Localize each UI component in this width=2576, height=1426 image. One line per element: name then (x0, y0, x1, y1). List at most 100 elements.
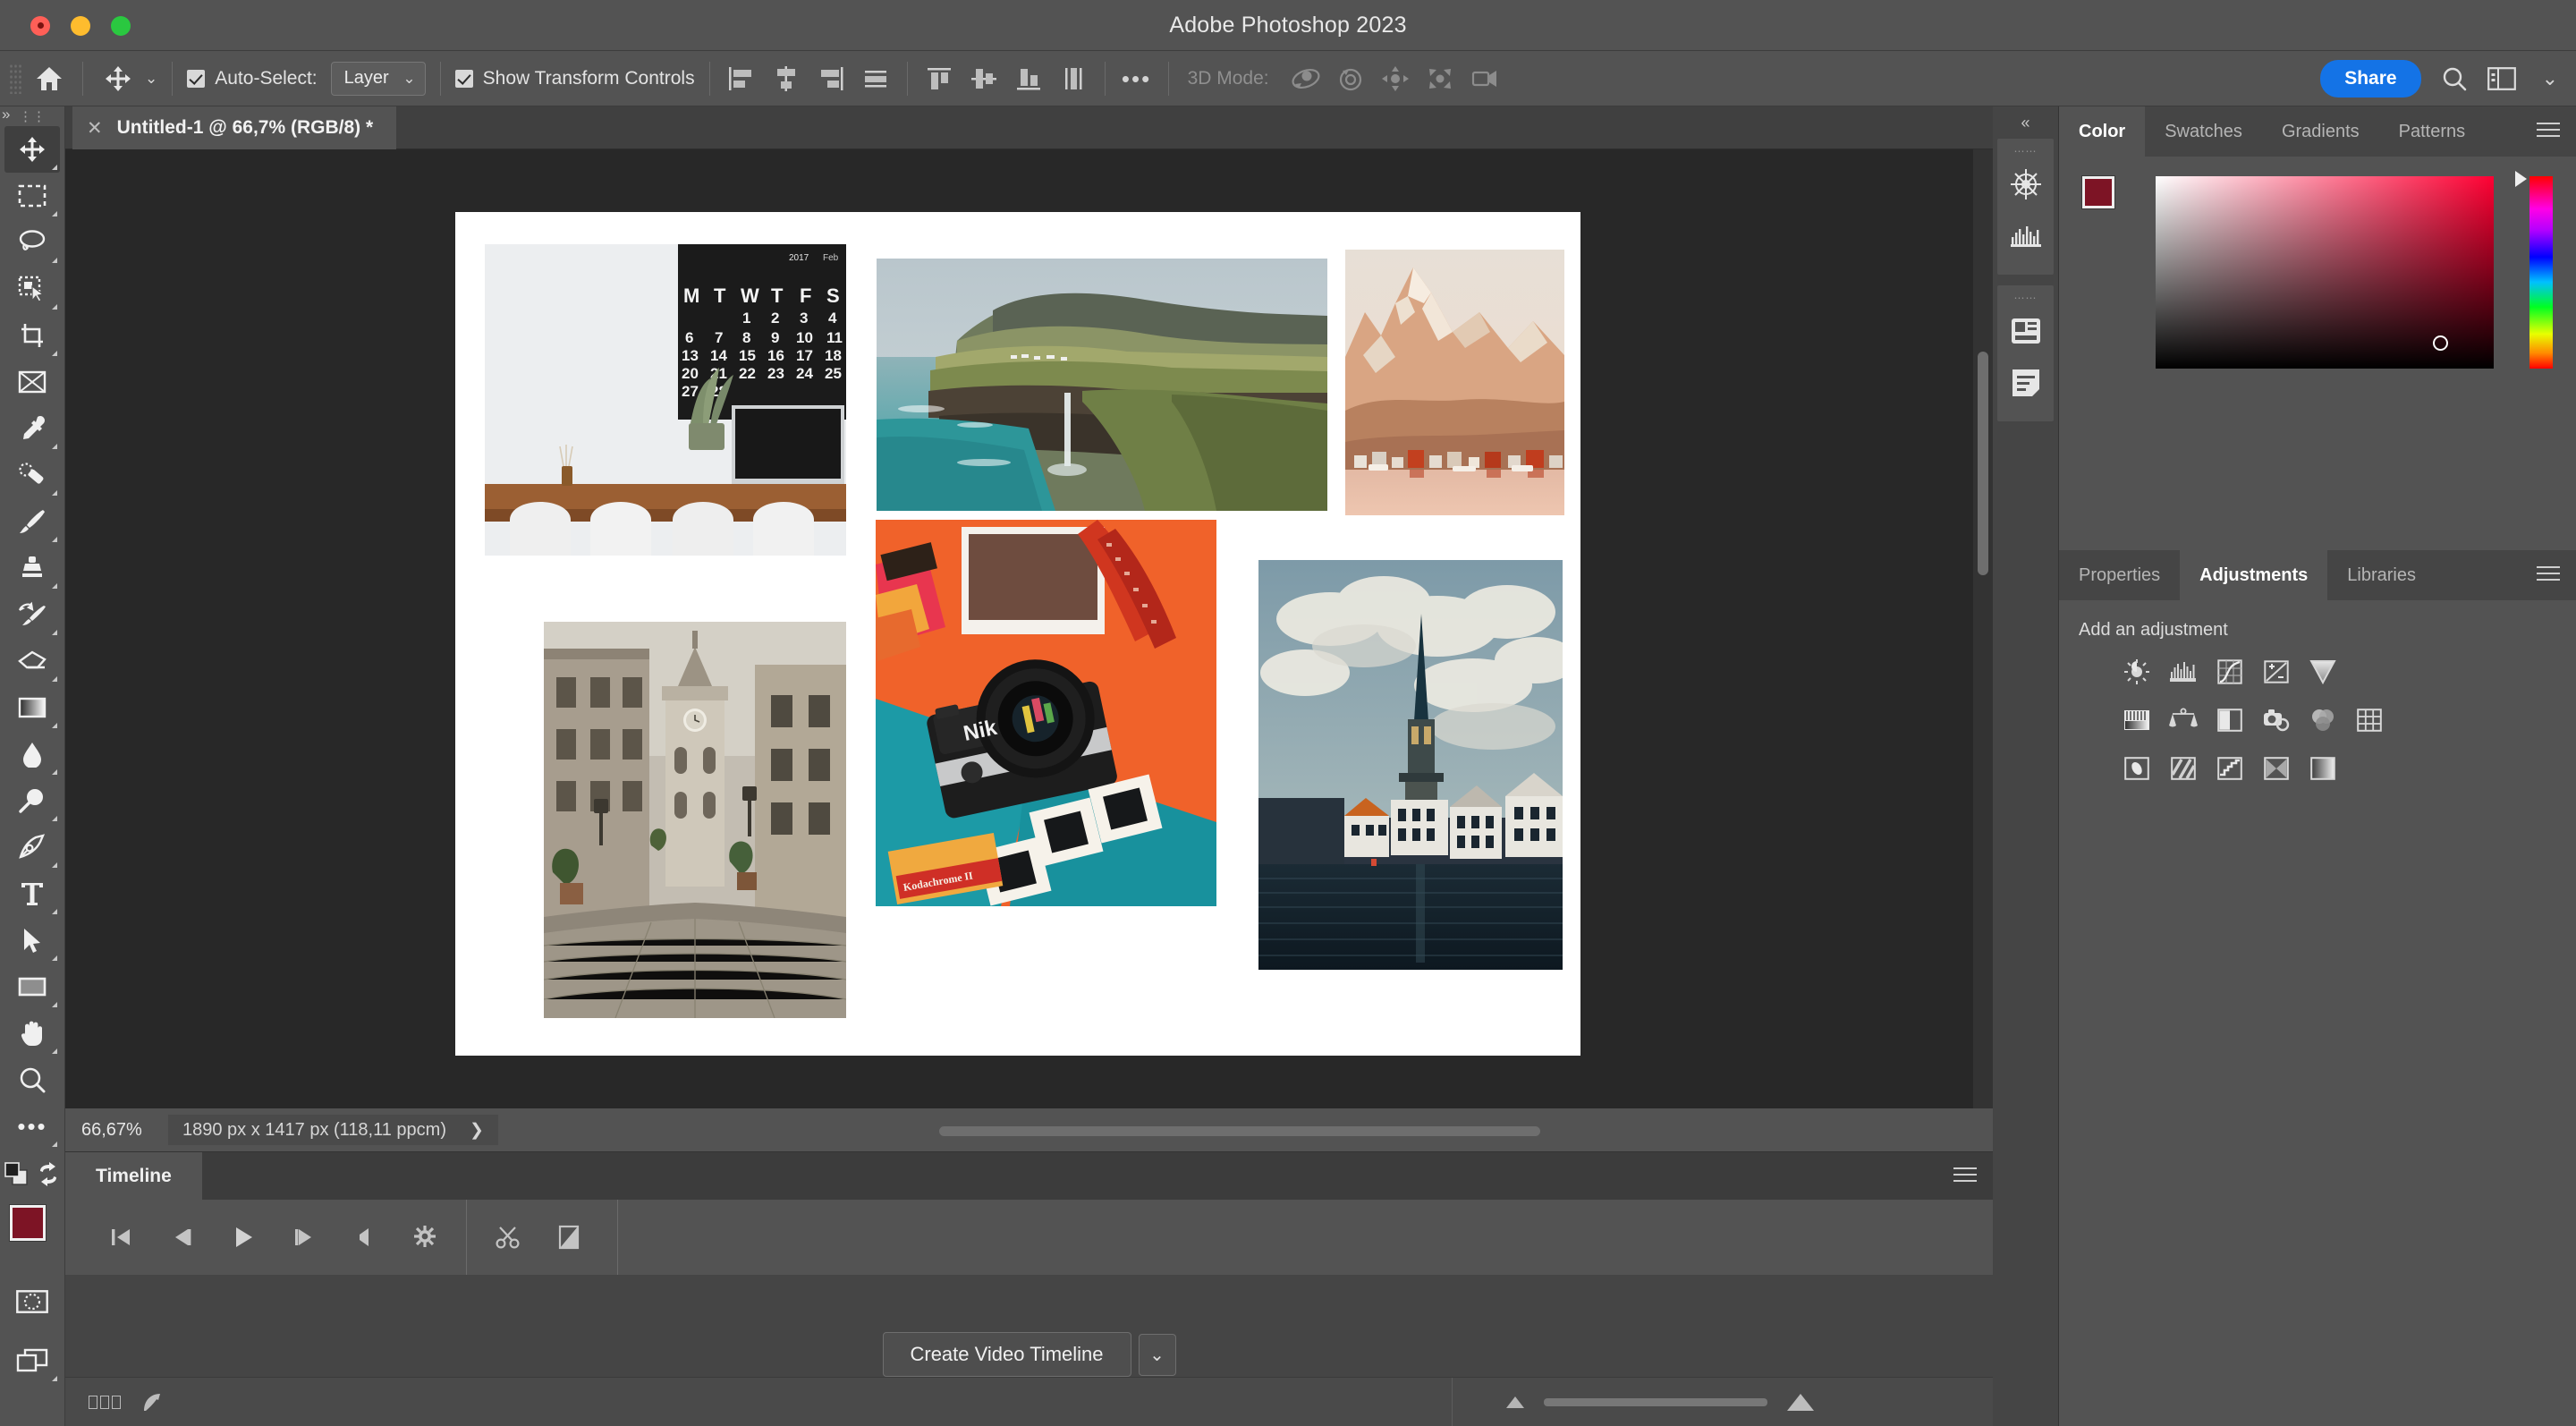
color-field-c ursor[interactable] (2433, 335, 2448, 351)
curves-icon[interactable] (2213, 655, 2247, 689)
spot-healing-brush-tool-button[interactable] (4, 452, 60, 498)
workspace-chevron-down-icon[interactable]: ⌄ (2542, 67, 2558, 90)
history-brush-tool-button[interactable] (4, 591, 60, 638)
hue-slider-marker[interactable] (2515, 171, 2527, 187)
tab-properties[interactable]: Properties (2059, 550, 2180, 600)
hue-saturation-icon[interactable] (2120, 703, 2154, 737)
photo-vintage-camera[interactable]: Nik Kodac (876, 520, 1216, 906)
search-icon[interactable] (2441, 65, 2468, 92)
show-transform-controls-checkbox[interactable] (455, 70, 473, 88)
home-icon[interactable] (25, 51, 73, 106)
distribute-vertically-icon[interactable] (1051, 59, 1096, 98)
tab-swatches[interactable]: Swatches (2145, 106, 2262, 157)
align-horizontal-centers-icon[interactable] (764, 59, 809, 98)
align-bottom-edges-icon[interactable] (1006, 59, 1051, 98)
blur-tool-button[interactable] (4, 731, 60, 777)
foreground-color-swatch[interactable] (10, 1205, 46, 1241)
chevron-right-icon[interactable]: ❯ (470, 1120, 484, 1141)
tab-libraries[interactable]: Libraries (2327, 550, 2436, 600)
vibrance-icon[interactable] (2306, 655, 2340, 689)
panel-menu-icon[interactable] (2521, 550, 2576, 600)
channel-mixer-icon[interactable] (2306, 703, 2340, 737)
timeline-zoom-slider[interactable] (1544, 1398, 1767, 1406)
onion-skin-icon[interactable] (140, 1391, 164, 1414)
tab-adjustments[interactable]: Adjustments (2180, 550, 2327, 600)
panel-menu-icon[interactable] (2521, 106, 2576, 157)
chevron-down-icon[interactable]: ⌄ (145, 70, 157, 88)
photo-cliff-waterfall[interactable] (877, 259, 1327, 511)
tab-color[interactable]: Color (2059, 106, 2145, 157)
type-tool-button[interactable] (4, 870, 60, 917)
audio-button[interactable] (334, 1200, 394, 1275)
zoom-out-triangle-icon[interactable] (1506, 1396, 1524, 1408)
color-lookup-icon[interactable] (2352, 703, 2386, 737)
transition-button[interactable] (538, 1200, 599, 1275)
photo-mountain-village[interactable] (1345, 250, 1564, 515)
move-tool-button[interactable] (4, 126, 60, 173)
document-tab[interactable]: ✕ Untitled‑1 @ 66,7% (RGB/8) * (72, 106, 396, 149)
play-button[interactable] (212, 1200, 273, 1275)
hand-tool-button[interactable] (4, 1010, 60, 1057)
photo-filter-icon[interactable] (2259, 703, 2293, 737)
hue-slider[interactable] (2529, 176, 2553, 369)
color-balance-icon[interactable] (2166, 703, 2200, 737)
foreground-color-swatch[interactable] (2082, 176, 2114, 208)
move-tool-indicator[interactable]: ⌄ (92, 51, 163, 106)
render-settings-button[interactable] (394, 1200, 455, 1275)
zoom-tool-button[interactable] (4, 1057, 60, 1103)
rail-button-layer-comps[interactable] (1997, 305, 2055, 357)
pen-tool-button[interactable] (4, 824, 60, 870)
color-field[interactable] (2156, 176, 2494, 369)
rectangular-marquee-tool-button[interactable] (4, 173, 60, 219)
scrollbar-thumb[interactable] (939, 1126, 1540, 1136)
more-options-button[interactable]: ••• (1114, 59, 1159, 98)
align-top-edges-icon[interactable] (917, 59, 962, 98)
eraser-tool-button[interactable] (4, 638, 60, 684)
align-right-edges-icon[interactable] (809, 59, 853, 98)
clone-stamp-tool-button[interactable] (4, 545, 60, 591)
swap-colors-icon[interactable] (37, 1162, 62, 1187)
zoom-level-field[interactable]: 66,67% (65, 1108, 168, 1151)
rectangle-tool-button[interactable] (4, 963, 60, 1010)
selective-color-icon[interactable] (2259, 751, 2293, 785)
share-button[interactable]: Share (2320, 60, 2420, 98)
align-left-edges-icon[interactable] (719, 59, 764, 98)
go-to-first-frame-button[interactable] (90, 1200, 151, 1275)
align-vertical-centers-icon[interactable] (962, 59, 1006, 98)
default-colors-icon[interactable] (4, 1162, 31, 1187)
path-selection-tool-button[interactable] (4, 917, 60, 963)
photo-desk-calendar[interactable]: 2017 Feb MTW TFS 1234 67891011 131415161… (485, 244, 846, 556)
quick-mask-button[interactable] (4, 1278, 60, 1325)
crop-tool-button[interactable] (4, 312, 60, 359)
auto-select-checkbox[interactable] (187, 70, 205, 88)
object-selection-tool-button[interactable] (4, 266, 60, 312)
canvas-horizontal-scrollbar[interactable] (939, 1123, 1993, 1141)
invert-icon[interactable] (2120, 751, 2154, 785)
eyedropper-tool-button[interactable] (4, 405, 60, 452)
rail-group-grip[interactable]: ⋯⋯ (1997, 144, 2054, 158)
gradient-map-icon[interactable] (2306, 751, 2340, 785)
collapse-tabs-icon[interactable]: » (2, 106, 10, 123)
workspace-switcher-icon[interactable] (2487, 67, 2516, 90)
split-at-playhead-button[interactable] (478, 1200, 538, 1275)
rail-button-color-wheel[interactable] (1997, 158, 2055, 210)
distribute-horizontally-icon[interactable] (853, 59, 898, 98)
screen-mode-button[interactable] (4, 1337, 60, 1384)
create-timeline-chevron-down-icon[interactable]: ⌄ (1139, 1334, 1176, 1376)
tab-gradients[interactable]: Gradients (2262, 106, 2379, 157)
tab-patterns[interactable]: Patterns (2379, 106, 2485, 157)
create-video-timeline-button[interactable]: Create Video Timeline (882, 1332, 1131, 1377)
gradient-tool-button[interactable] (4, 684, 60, 731)
levels-icon[interactable] (2166, 655, 2200, 689)
scrollbar-thumb[interactable] (1978, 352, 1988, 575)
photo-church-river[interactable] (1258, 560, 1563, 970)
canvas-area[interactable]: 2017 Feb MTW TFS 1234 67891011 131415161… (65, 149, 1993, 1108)
auto-select-scope-dropdown[interactable]: Layer ⌄ (331, 62, 426, 96)
dodge-tool-button[interactable] (4, 777, 60, 824)
canvas-vertical-scrollbar[interactable] (1973, 149, 1993, 1108)
edit-toolbar-button[interactable]: ••• (4, 1103, 60, 1150)
brightness-contrast-icon[interactable] (2120, 655, 2154, 689)
previous-frame-button[interactable] (151, 1200, 212, 1275)
options-bar-grip[interactable] (9, 64, 21, 94)
close-icon[interactable]: ✕ (87, 117, 103, 140)
